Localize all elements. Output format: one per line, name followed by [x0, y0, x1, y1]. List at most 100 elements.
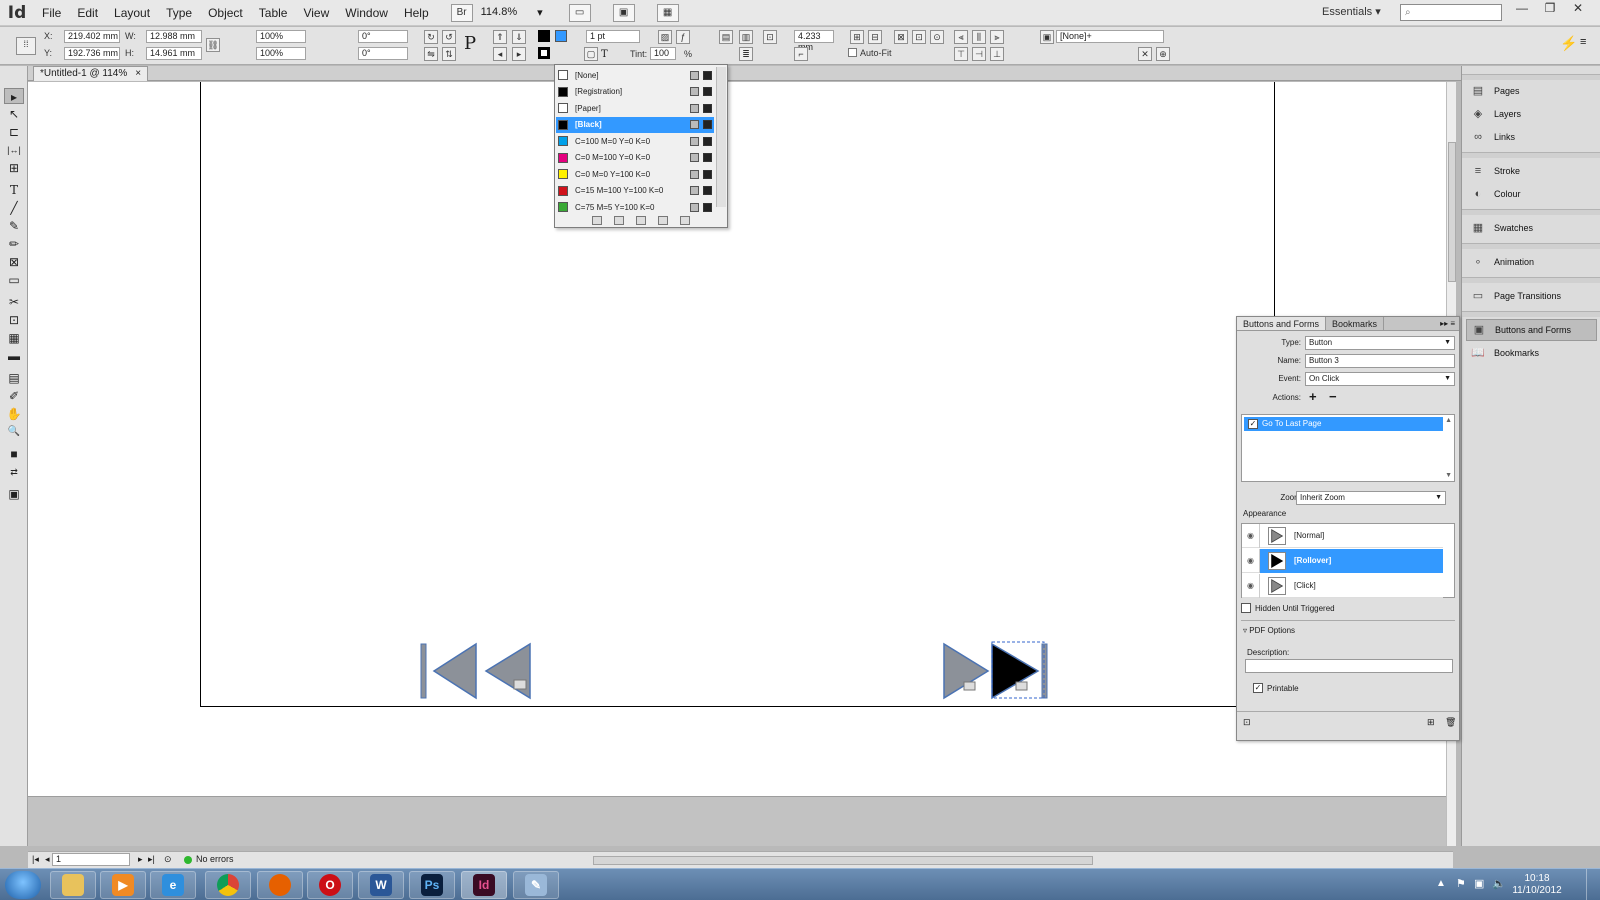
- stroke-weight-field[interactable]: 1 pt: [586, 30, 640, 43]
- stroke-swatch-icon[interactable]: [538, 47, 550, 59]
- show-desktop-button[interactable]: [1586, 869, 1600, 900]
- printable-row[interactable]: ✓ Printable: [1253, 683, 1299, 693]
- tab-bookmarks[interactable]: Bookmarks: [1326, 317, 1385, 330]
- align-center-icon[interactable]: ⫼: [972, 30, 986, 44]
- minimize-button[interactable]: —: [1508, 0, 1536, 18]
- pencil-tool[interactable]: ✏: [4, 236, 24, 252]
- fill-swatch-icon[interactable]: [538, 30, 550, 42]
- eye-icon[interactable]: ◉: [1242, 573, 1260, 598]
- firefox-taskbar-button[interactable]: [257, 871, 303, 899]
- show-gradient-swatches-icon[interactable]: [636, 215, 646, 225]
- select-content-icon[interactable]: ⇓: [512, 30, 526, 44]
- opera-taskbar-button[interactable]: O: [307, 871, 353, 899]
- object-style-icon[interactable]: ▣: [1040, 30, 1054, 44]
- explorer-taskbar-button[interactable]: [50, 871, 96, 899]
- tint-field[interactable]: 100: [650, 47, 676, 60]
- printable-checkbox[interactable]: ✓: [1253, 683, 1263, 693]
- dock-item-links[interactable]: ∞ Links: [1466, 126, 1597, 148]
- action-center-flag-icon[interactable]: ⚑: [1456, 877, 1466, 890]
- auto-fit-checkbox[interactable]: [848, 48, 857, 57]
- swatch-row[interactable]: [Paper]: [556, 100, 714, 116]
- menu-window[interactable]: Window: [337, 0, 396, 26]
- align-bottom-icon[interactable]: ⊥: [990, 47, 1004, 61]
- description-input[interactable]: [1245, 659, 1453, 673]
- menu-type[interactable]: Type: [158, 0, 200, 26]
- close-button[interactable]: ✕: [1564, 0, 1592, 18]
- event-select[interactable]: On Click ▼: [1305, 372, 1455, 386]
- convert-to-object-icon[interactable]: ⊞: [1427, 717, 1435, 728]
- swatch-row[interactable]: [None]: [556, 67, 714, 83]
- paint-taskbar-button[interactable]: ✎: [513, 871, 559, 899]
- remove-action-icon[interactable]: −: [1329, 389, 1337, 404]
- scissors-tool[interactable]: ✂: [4, 294, 24, 310]
- dock-item-pages[interactable]: ▤ Pages: [1466, 80, 1597, 102]
- dock-item-stroke[interactable]: ≡ Stroke: [1466, 160, 1597, 182]
- select-container-icon[interactable]: ⇑: [493, 30, 507, 44]
- last-page-nav-icon[interactable]: ▸|: [148, 854, 155, 865]
- dock-item-bookmarks[interactable]: 📖 Bookmarks: [1466, 342, 1597, 364]
- first-page-nav-icon[interactable]: |◂: [32, 854, 39, 865]
- constrain-proportions-icon[interactable]: ⛓: [206, 38, 220, 52]
- volume-icon[interactable]: 🔈: [1492, 877, 1506, 890]
- clear-overrides-icon[interactable]: ✕: [1138, 47, 1152, 61]
- type-tool[interactable]: T: [4, 182, 24, 198]
- name-input[interactable]: Button 3: [1305, 354, 1455, 368]
- align-middle-icon[interactable]: ⊣: [972, 47, 986, 61]
- new-style-icon[interactable]: ⊕: [1156, 47, 1170, 61]
- rotate-cw-icon[interactable]: ↻: [424, 30, 438, 44]
- list-scroll-down-icon[interactable]: ▼: [1445, 472, 1452, 479]
- selection-tool[interactable]: ▸: [4, 88, 24, 104]
- network-icon[interactable]: ▣: [1474, 877, 1484, 890]
- wrap-bounding-box-icon[interactable]: ▥: [739, 30, 753, 44]
- page-tool[interactable]: ⊏: [4, 124, 24, 140]
- flip-vertical-icon[interactable]: ⇅: [442, 47, 456, 61]
- start-button[interactable]: [5, 871, 41, 899]
- menu-edit[interactable]: Edit: [69, 0, 106, 26]
- menu-view[interactable]: View: [295, 0, 337, 26]
- lightning-icon[interactable]: ⚡: [1560, 35, 1577, 52]
- page-number-field[interactable]: 1: [52, 853, 130, 866]
- rectangle-frame-tool[interactable]: ⊠: [4, 254, 24, 270]
- dock-item-animation[interactable]: ∘ Animation: [1466, 251, 1597, 273]
- preflight-status-text[interactable]: No errors: [196, 854, 234, 864]
- next-last-buttons[interactable]: [940, 640, 1054, 702]
- menu-help[interactable]: Help: [396, 0, 437, 26]
- horizontal-scroll-thumb[interactable]: [593, 856, 1093, 865]
- swatch-row[interactable]: C=100 M=0 Y=0 K=0: [556, 133, 714, 149]
- swatch-row[interactable]: C=0 M=0 Y=100 K=0: [556, 166, 714, 182]
- list-scroll-up-icon[interactable]: ▲: [1445, 417, 1452, 424]
- screen-mode-icon[interactable]: ▣: [612, 3, 635, 22]
- view-options-icon[interactable]: ▭: [568, 3, 591, 22]
- y-position-field[interactable]: 192.736 mm: [64, 47, 120, 60]
- dock-item-buttons-and-forms[interactable]: ▣ Buttons and Forms: [1466, 319, 1597, 341]
- scale-y-field[interactable]: 100%: [256, 47, 306, 60]
- fit-content-to-frame-icon[interactable]: ⊞: [850, 30, 864, 44]
- fit-frame-to-content-icon[interactable]: ⊟: [868, 30, 882, 44]
- dock-item-colour[interactable]: ◐ Colour: [1466, 183, 1597, 205]
- formatting-text-icon[interactable]: T: [601, 49, 608, 60]
- trash-icon[interactable]: [680, 215, 690, 225]
- swatch-row[interactable]: C=15 M=100 Y=100 K=0: [556, 183, 714, 199]
- add-action-icon[interactable]: +: [1309, 389, 1317, 404]
- menu-table[interactable]: Table: [251, 0, 296, 26]
- center-content-icon[interactable]: ⊙: [930, 30, 944, 44]
- show-all-swatches-icon[interactable]: [592, 215, 602, 225]
- fill-stroke-swatch[interactable]: ■: [4, 446, 24, 462]
- word-taskbar-button[interactable]: W: [358, 871, 404, 899]
- fill-dropdown-button[interactable]: [555, 30, 567, 42]
- ie-taskbar-button[interactable]: e: [150, 871, 196, 899]
- state-row-click[interactable]: ◉ [Click]: [1242, 573, 1443, 598]
- menu-object[interactable]: Object: [200, 0, 251, 26]
- pdf-options-toggle[interactable]: ▿ PDF Options: [1243, 626, 1295, 635]
- gap-tool[interactable]: |↔|: [4, 142, 24, 158]
- wrap-offset-field[interactable]: 4.233 mm: [794, 30, 834, 52]
- state-row-rollover[interactable]: ◉ [Rollover]: [1242, 548, 1443, 573]
- pen-tool[interactable]: ✎: [4, 218, 24, 234]
- width-field[interactable]: 12.988 mm: [146, 30, 202, 43]
- corner-options-icon[interactable]: ⌐: [794, 47, 808, 61]
- swatch-row[interactable]: [Black]: [556, 116, 714, 133]
- line-tool[interactable]: ╱: [4, 200, 24, 216]
- content-collector-tool[interactable]: ⊞: [4, 160, 24, 176]
- prev-page-nav-icon[interactable]: ◂: [45, 854, 50, 865]
- formatting-container-icon[interactable]: ▢: [584, 47, 598, 61]
